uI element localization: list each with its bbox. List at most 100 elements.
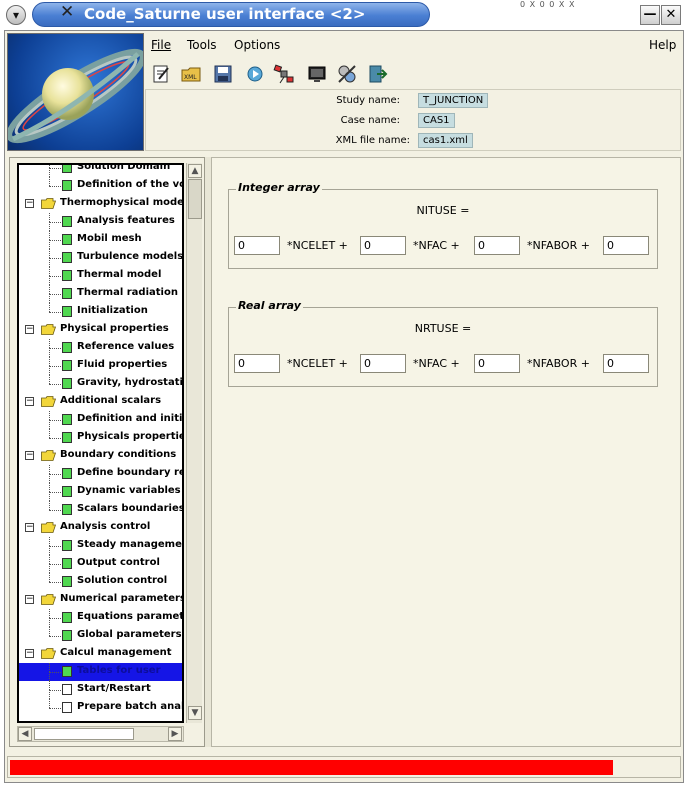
title-bar[interactable]: ▾ ✕ Code_Saturne user interface <2> 0 X …: [0, 0, 687, 30]
saturne-logo: [7, 33, 144, 151]
collapse-icon[interactable]: −: [25, 199, 34, 208]
tree-connector: [49, 240, 61, 241]
scroll-left-icon[interactable]: ◀: [18, 727, 32, 741]
menu-options[interactable]: Options: [234, 38, 280, 52]
background-strip: 0 X 0 0 X X: [520, 0, 576, 9]
tree-item-row[interactable]: Turbulence models: [19, 249, 182, 267]
tree-connector: [49, 348, 61, 349]
tree-folder-row[interactable]: − Physical properties: [19, 321, 182, 339]
monitor-icon[interactable]: [306, 63, 328, 85]
menu-tools[interactable]: Tools: [187, 38, 217, 52]
tree-connector: [49, 231, 50, 240]
collapse-icon[interactable]: −: [25, 325, 34, 334]
nrtuse-constant-input[interactable]: [603, 354, 649, 373]
tree-item-row[interactable]: Analysis features: [19, 213, 182, 231]
scroll-up-icon[interactable]: ▲: [188, 164, 202, 178]
tree-connector: [49, 546, 50, 555]
page-icon: [62, 180, 72, 191]
tree-folder-row[interactable]: − Numerical parameters: [19, 591, 182, 609]
tree-item-label: Thermal model: [77, 269, 162, 280]
tree-item-row[interactable]: Solution control: [19, 573, 182, 591]
tree-item-row[interactable]: Gravity, hydrostatic: [19, 375, 182, 393]
scroll-down-icon[interactable]: ▼: [188, 706, 202, 720]
tree-item-row[interactable]: Equations parameter: [19, 609, 184, 627]
folder-open-icon: [41, 324, 56, 335]
tree-item-label: Output control: [77, 557, 160, 568]
window-menu-button[interactable]: ▾: [6, 5, 26, 25]
scroll-thumb[interactable]: [188, 179, 202, 219]
page-icon: [62, 360, 72, 371]
ncelet-label: *NCELET +: [287, 357, 348, 370]
tree-folder-label: Additional scalars: [60, 395, 162, 406]
open-xml-icon[interactable]: XML: [180, 63, 202, 85]
nrtuse-nfac-input[interactable]: [360, 354, 406, 373]
tree-item-row[interactable]: Reference values: [19, 339, 182, 357]
scroll-right-icon[interactable]: ▶: [168, 727, 182, 741]
nfac-label: *NFAC +: [413, 239, 460, 252]
tree-folder-row[interactable]: − Additional scalars: [19, 393, 182, 411]
tree-connector: [49, 708, 61, 709]
tree-vertical-scrollbar[interactable]: ▲ ▼: [186, 163, 202, 723]
tree-item-row[interactable]: Thermal radiation: [19, 285, 182, 303]
nrtuse-nfabor-input[interactable]: [474, 354, 520, 373]
menu-file[interactable]: File: [151, 38, 171, 52]
tree-item-row[interactable]: Define boundary regi: [19, 465, 182, 483]
tree-item-row[interactable]: Steady management: [19, 537, 182, 555]
tree-item-row[interactable]: Global parameters: [19, 627, 182, 645]
tree-connector: [49, 582, 61, 583]
tree-item-row[interactable]: Fluid properties: [19, 357, 182, 375]
tree-item-row[interactable]: Output control: [19, 555, 182, 573]
tree-item-row[interactable]: Tables for user: [19, 663, 182, 681]
new-file-icon[interactable]: [150, 63, 172, 85]
xml-file-label: XML file name:: [335, 135, 410, 146]
tree-horizontal-scrollbar[interactable]: ◀ ▶: [17, 726, 184, 742]
close-button[interactable]: ✕: [661, 5, 681, 25]
tree-folder-row[interactable]: − Calcul management: [19, 645, 182, 663]
minimize-button[interactable]: —: [640, 5, 660, 25]
tree-item-row[interactable]: Thermal model: [19, 267, 182, 285]
tree-item-row[interactable]: Definition and initiali: [19, 411, 182, 429]
satellite-icon[interactable]: [273, 63, 295, 85]
menu-help[interactable]: Help: [649, 38, 676, 52]
tree-item-row[interactable]: Scalars boundaries: [19, 501, 182, 519]
collapse-icon[interactable]: −: [25, 397, 34, 406]
navigation-tree[interactable]: Solution Domain Definition of the volu − Th…: [17, 163, 184, 723]
nituse-ncelet-input[interactable]: [234, 236, 280, 255]
tree-item-row[interactable]: Definition of the volu: [19, 177, 182, 195]
tree-item-row[interactable]: Initialization: [19, 303, 182, 321]
tree-folder-row[interactable]: − Analysis control: [19, 519, 182, 537]
tree-item-label: Mobil mesh: [77, 233, 142, 244]
tree-folder-row[interactable]: − Thermophysical models: [19, 195, 182, 213]
run-icon[interactable]: [244, 63, 266, 85]
study-name-value: T_JUNCTION: [418, 93, 489, 108]
case-name-value: CAS1: [418, 113, 455, 128]
collapse-icon[interactable]: −: [25, 595, 34, 604]
nrtuse-ncelet-input[interactable]: [234, 354, 280, 373]
tools-icon[interactable]: [336, 63, 358, 85]
tree-connector: [49, 492, 50, 501]
tree-item-label: Dynamic variables bo: [77, 485, 182, 496]
tree-item-label: Equations parameter: [77, 611, 184, 622]
tree-item-row[interactable]: Start/Restart: [19, 681, 182, 699]
tree-item-row[interactable]: Solution Domain: [19, 165, 182, 177]
nituse-constant-input[interactable]: [603, 236, 649, 255]
tree-item-row[interactable]: Mobil mesh: [19, 231, 182, 249]
save-icon[interactable]: [212, 63, 234, 85]
page-icon: [62, 630, 72, 641]
tree-item-row[interactable]: Dynamic variables bo: [19, 483, 182, 501]
tree-folder-row[interactable]: − Boundary conditions: [19, 447, 182, 465]
tree-item-row[interactable]: Prepare batch analys: [19, 699, 182, 717]
nituse-nfabor-input[interactable]: [474, 236, 520, 255]
xml-file-value: cas1.xml: [418, 133, 473, 148]
integer-array-group: Integer array NITUSE = *NCELET + *NFAC +…: [228, 181, 658, 269]
nituse-nfac-input[interactable]: [360, 236, 406, 255]
collapse-icon[interactable]: −: [25, 649, 34, 658]
document-icon: [62, 684, 72, 695]
tree-connector: [49, 672, 50, 681]
horizontal-scroll-thumb[interactable]: [34, 728, 134, 740]
exit-icon[interactable]: [366, 63, 388, 85]
collapse-icon[interactable]: −: [25, 523, 34, 532]
page-icon: [62, 216, 72, 227]
collapse-icon[interactable]: −: [25, 451, 34, 460]
tree-item-row[interactable]: Physicals properties: [19, 429, 182, 447]
